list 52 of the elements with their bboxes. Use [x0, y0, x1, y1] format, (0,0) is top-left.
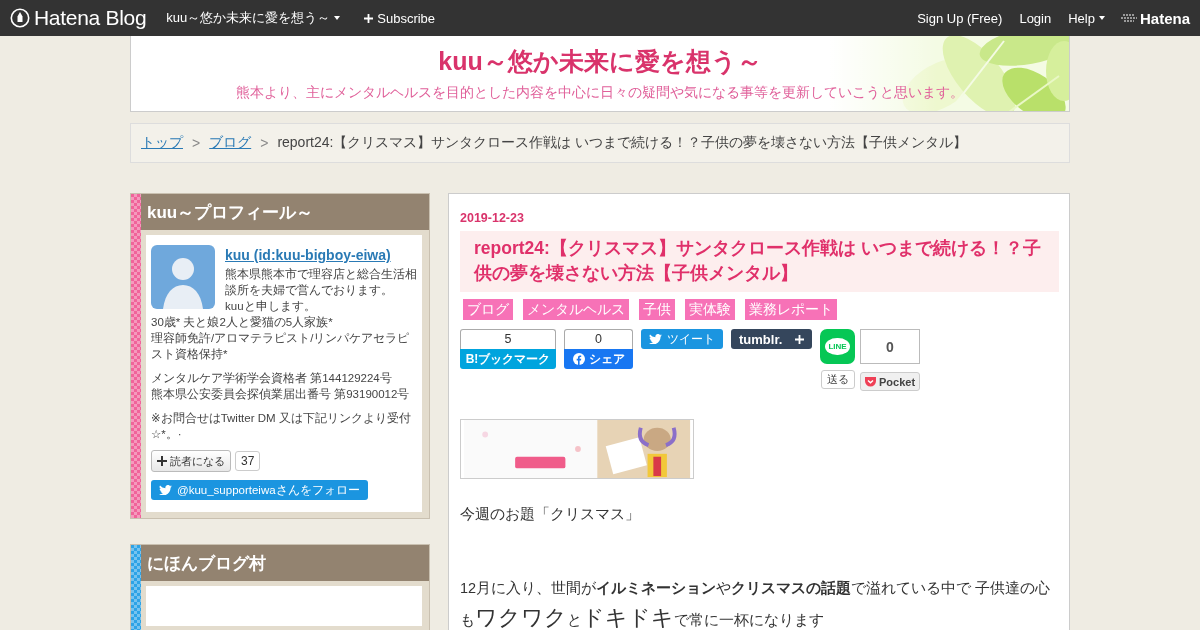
twitter-follow-button[interactable]: @kuu_supporteiwaさんをフォロー: [151, 480, 368, 500]
breadcrumb-separator: >: [260, 135, 269, 151]
category-tag[interactable]: 業務レポート: [745, 299, 837, 320]
bird-icon: [649, 333, 662, 345]
tweet-button[interactable]: ツイート: [641, 329, 723, 349]
profile-bio: 30歳* 夫と娘2人と愛猫の5人家族* 理容師免許/アロマテラピスト/リンパケアセラピスト資格保持*: [151, 315, 411, 362]
category-tag[interactable]: メンタルヘルス: [523, 299, 629, 320]
blog-description: 熊本より、主にメンタルヘルスを目的とした内容を中心に日々の疑問や気になる事等を更新していこうと思います。: [236, 84, 964, 102]
module-title: kuu～プロフィール～: [141, 194, 429, 230]
caret-icon: [334, 16, 341, 20]
category-tag[interactable]: ブログ: [463, 299, 513, 320]
entry-paragraph: 12月に入り、世間がイルミネーションやクリスマスの話題で溢れている中で 子供達の心も ワクワク と ドキドキ で常に一杯になります: [460, 579, 1052, 630]
facebook-icon: [572, 353, 585, 365]
entry-date[interactable]: 2019-12-23: [460, 211, 1059, 225]
line-button[interactable]: LINE: [820, 329, 855, 364]
entry-title[interactable]: report24:【クリスマス】サンタクロース作戦は いつまで続ける！？子供の夢を壊さない方法【子供メンタル】: [460, 231, 1059, 292]
subscriber-count: 37: [235, 451, 261, 471]
tumblr-button[interactable]: tumblr.: [731, 329, 812, 349]
plus-icon: [157, 456, 167, 466]
profile-text: ※お問合せはTwitter DM 又は下記リンクより受付☆*。·: [151, 411, 412, 442]
breadcrumb-current: report24:【クリスマス】サンタクロース作戦は いつまで続ける！？子供の夢を壊さない方法【子供メンタル】: [277, 134, 968, 152]
plus-icon: [364, 13, 374, 23]
breadcrumb-link[interactable]: トップ: [141, 134, 183, 152]
category-tag[interactable]: 子供: [639, 299, 675, 320]
facebook-share-button[interactable]: シェア: [564, 349, 633, 369]
subscribe-link[interactable]: Subscribe: [364, 10, 436, 26]
pocket-count: 0: [860, 329, 920, 364]
top-link[interactable]: Sign Up (Free): [917, 10, 1003, 26]
bookmark-button[interactable]: B!ブックマーク: [460, 349, 556, 369]
help-menu[interactable]: Help: [1068, 10, 1105, 26]
top-link[interactable]: Login: [1019, 10, 1052, 26]
pocket-button[interactable]: Pocket: [860, 372, 920, 391]
plus-icon: [795, 334, 804, 344]
breadcrumb-separator: >: [192, 135, 201, 151]
bird-icon: [159, 484, 172, 496]
hatena-logo[interactable]: Hatena: [1120, 9, 1190, 27]
blog-menu[interactable]: kuu～悠か未来に愛を想う～: [166, 9, 341, 27]
profile-name-link[interactable]: kuu (id:kuu-bigboy-eiwa): [225, 247, 417, 263]
pocket-icon: [864, 375, 877, 388]
blog-title[interactable]: kuu～悠か未来に愛を想う～: [438, 45, 762, 78]
hatena-blog-logo[interactable]: Hatena Blog: [10, 6, 147, 30]
profile-text: メンタルケア学術学会資格者 第144129224号 熊本県公安委員会探偵業届出番号 第93190012号: [151, 371, 411, 402]
pen-nib-icon: [10, 8, 30, 28]
module-title: にほんブログ村: [141, 545, 429, 581]
entry-paragraph: 今週のお題「クリスマス」: [460, 505, 641, 524]
line-send-button[interactable]: 送る: [820, 370, 855, 389]
profile-intro: 熊本県熊本市で理容店と総合生活相談所を夫婦で営んでおります。 kuuと申します。: [225, 267, 417, 314]
subscribe-button[interactable]: 読者になる: [151, 450, 231, 472]
caret-icon: [1098, 16, 1105, 20]
category-tag[interactable]: 実体験: [685, 299, 735, 320]
breadcrumb-link[interactable]: ブログ: [209, 134, 252, 152]
avatar: [151, 245, 215, 309]
